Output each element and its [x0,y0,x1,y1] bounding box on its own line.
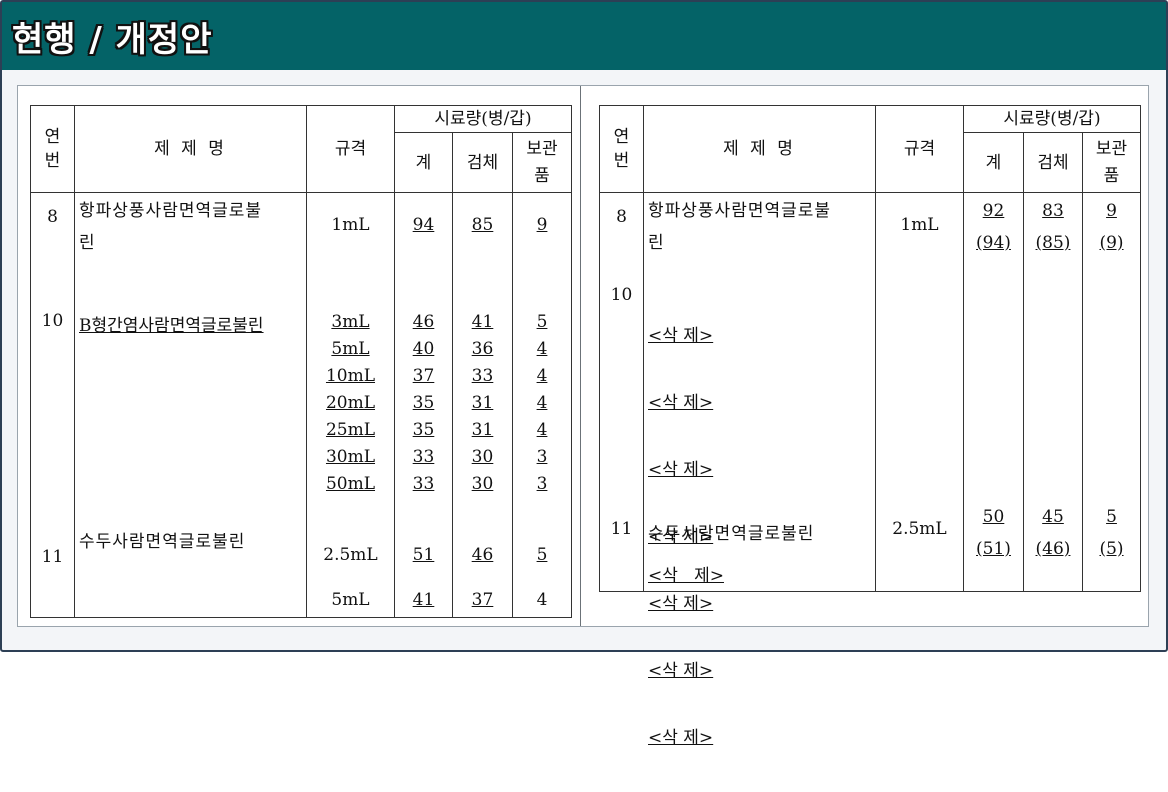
col-total: 계 [963,132,1024,193]
name-cell: 항파상풍사람면역글로불 린 <삭 제> <삭 제> <삭 제> <삭 제> <삭… [643,192,876,748]
col-test: 검체 [452,132,513,193]
total-cell: 92 (94) 50 (51) [963,192,1024,592]
page-title: 현행 / 개정안 [12,20,213,60]
body-row: 8 10 11 항파상풍사람면역글로불 린 <삭 제> <삭 제> <삭 제> … [599,192,1141,748]
no-cell: 8 10 11 [30,192,75,618]
col-sample-group: 시료량(병/갑) [963,104,1141,134]
page-frame: 현행 / 개정안 연번 제 제 명 규격 시료량(병/갑) 계 검체 보관품 [0,0,1168,748]
col-keep: 보관 품 [1082,132,1141,193]
total-cell: 94 46 40 37 35 35 33 33 51 41 [394,192,453,618]
col-test: 검체 [1023,132,1083,193]
test-cell: 83 (85) 45 (46) [1023,192,1083,592]
current-table: 연번 제 제 명 규격 시료량(병/갑) 계 검체 보관 품 8 10 11 항… [30,104,572,618]
name-cell: 항파상풍사람면역글로불 린 B형간염사람면역글로불린 수두사람면역글로불린 [74,192,307,618]
no-cell: 8 10 11 [599,192,644,592]
keep-cell: 9 (9) 5 (5) [1082,192,1141,592]
header-bar: 현행 / 개정안 [2,2,1166,70]
col-spec: 규격 [875,105,964,193]
test-cell: 85 41 36 33 31 31 30 30 46 37 [452,192,513,618]
col-name: 제 제 명 [74,105,307,193]
comparison-panel: 연번 제 제 명 규격 시료량(병/갑) 계 검체 보관 품 8 10 11 항… [17,85,1149,748]
col-keep: 보관 품 [512,132,572,193]
col-spec: 규격 [306,105,395,193]
col-sample-group: 시료량(병/갑) [394,104,572,134]
spec-cell: 1mL 3mL 5mL 10mL 20mL 25mL 30mL 50mL 2.5… [306,192,395,618]
col-total: 계 [394,132,453,193]
revised-table: 연번 제 제 명 규격 시료량(병/갑) 계 검체 보관 품 8 10 11 항… [599,104,1141,748]
header-row: 연번 제 제 명 규격 시료량(병/갑) [599,104,1141,193]
column-divider [580,86,581,626]
header-row: 연번 제 제 명 규격 시료량(병/갑) [30,104,572,193]
col-no: 연번 [599,105,644,193]
col-no: 연번 [30,105,75,193]
col-name: 제 제 명 [643,105,876,193]
keep-cell: 9 5 4 4 4 4 3 3 5 4 [512,192,572,618]
body-row: 8 10 11 항파상풍사람면역글로불 린 B형간염사람면역글로불린 수두사람면… [30,192,572,618]
spec-cell: 1mL 2.5mL [875,192,964,592]
